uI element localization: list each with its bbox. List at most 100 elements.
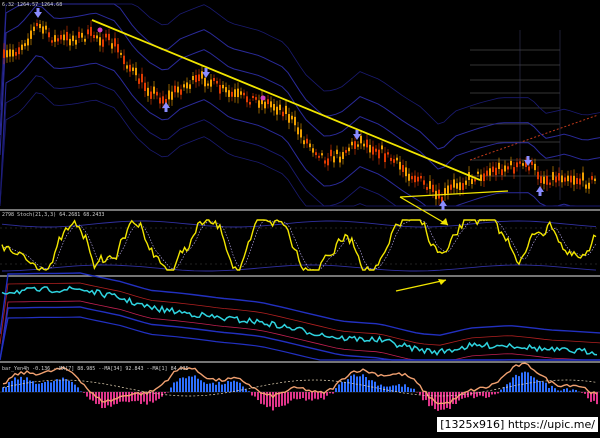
histogram-bar — [215, 385, 217, 392]
price-candle — [291, 116, 293, 120]
price-candle — [537, 172, 539, 179]
histogram-bar — [329, 392, 331, 393]
histogram-bar — [287, 392, 289, 404]
price-candle — [585, 185, 587, 189]
price-candle — [87, 29, 89, 34]
histogram-bar — [506, 384, 508, 392]
histogram-bar — [344, 382, 346, 392]
histogram-bar — [2, 387, 4, 392]
price-candle — [99, 37, 101, 45]
price-candle — [9, 49, 11, 56]
histogram-bar — [35, 384, 37, 392]
histogram-bar — [251, 392, 253, 395]
histogram-bar — [485, 392, 487, 398]
price-candle — [222, 85, 224, 88]
price-candle — [282, 112, 284, 117]
price-candle — [123, 56, 125, 64]
histogram-bar — [71, 382, 73, 392]
price-candle — [216, 81, 218, 84]
price-candle — [138, 78, 140, 83]
price-candle — [336, 150, 338, 154]
price-candle — [324, 160, 326, 163]
price-candle — [390, 158, 392, 161]
price-candle — [492, 167, 494, 172]
trading-chart[interactable]: 6.32 1264.57 1264.68 2798 Stoch(21,3,3) … — [0, 0, 600, 434]
price-candle — [582, 173, 584, 181]
price-candle — [237, 89, 239, 97]
histogram-bar — [176, 382, 178, 392]
price-candle — [150, 92, 152, 99]
histogram-bar — [524, 372, 526, 392]
price-candle — [483, 173, 485, 181]
histogram-bar — [539, 381, 541, 392]
histogram-bar — [467, 392, 469, 397]
price-candle — [270, 101, 272, 107]
histogram-bar — [593, 392, 595, 401]
price-candle — [477, 172, 479, 174]
histogram-bar — [125, 392, 127, 402]
price-candle — [264, 102, 266, 109]
price-candle — [153, 87, 155, 94]
histogram-bar — [281, 392, 283, 406]
histogram-bar — [305, 392, 307, 401]
histogram-bar — [170, 387, 172, 392]
price-candle — [234, 89, 236, 97]
histogram-bar — [95, 392, 97, 404]
histogram-bar — [107, 392, 109, 405]
price-candle — [192, 76, 194, 80]
price-candle — [465, 181, 467, 185]
histogram-bar — [53, 381, 55, 392]
price-candle — [555, 177, 557, 183]
histogram-bar — [581, 392, 583, 393]
histogram-bar — [242, 386, 244, 392]
histogram-bar — [443, 392, 445, 410]
price-candle — [543, 177, 545, 184]
price-candle — [498, 163, 500, 169]
histogram-bar — [68, 381, 70, 392]
histogram-bar — [86, 392, 88, 397]
histogram-bar — [194, 375, 196, 392]
price-candle — [54, 35, 56, 42]
price-candle — [369, 145, 371, 153]
histogram-bar — [554, 388, 556, 392]
price-candle — [102, 39, 104, 46]
price-candle — [174, 86, 176, 93]
price-candle — [258, 100, 260, 107]
histogram-bar — [224, 384, 226, 392]
price-candle — [531, 162, 533, 165]
price-candle — [27, 39, 29, 46]
price-candle — [252, 96, 254, 98]
histogram-bar — [248, 391, 250, 392]
histogram-bar — [584, 392, 586, 394]
price-candle — [141, 74, 143, 82]
histogram-bar — [311, 392, 313, 401]
price-candle — [30, 31, 32, 39]
price-candle — [219, 85, 221, 94]
price-candle — [159, 98, 161, 104]
price-candle — [381, 145, 383, 149]
price-candle — [243, 93, 245, 96]
price-candle — [129, 65, 131, 72]
price-candle — [318, 156, 320, 158]
histogram-bar — [23, 380, 25, 392]
histogram-bar — [44, 382, 46, 392]
price-candle — [198, 74, 200, 81]
price-candle — [504, 165, 506, 171]
price-candle — [228, 90, 230, 97]
price-marker-dot — [98, 28, 103, 33]
price-candle — [15, 52, 17, 56]
price-candle — [489, 168, 491, 175]
histogram-bar — [209, 383, 211, 392]
price-candle — [147, 88, 149, 96]
price-candle — [339, 157, 341, 163]
histogram-bar — [362, 374, 364, 392]
price-candle — [357, 144, 359, 146]
price-candle — [279, 105, 281, 110]
histogram-bar — [527, 372, 529, 392]
price-candle — [144, 83, 146, 91]
histogram-bar — [290, 392, 292, 401]
histogram-bar — [179, 378, 181, 392]
price-candle — [579, 179, 581, 185]
price-candle — [576, 178, 578, 184]
price-candle — [438, 190, 440, 199]
